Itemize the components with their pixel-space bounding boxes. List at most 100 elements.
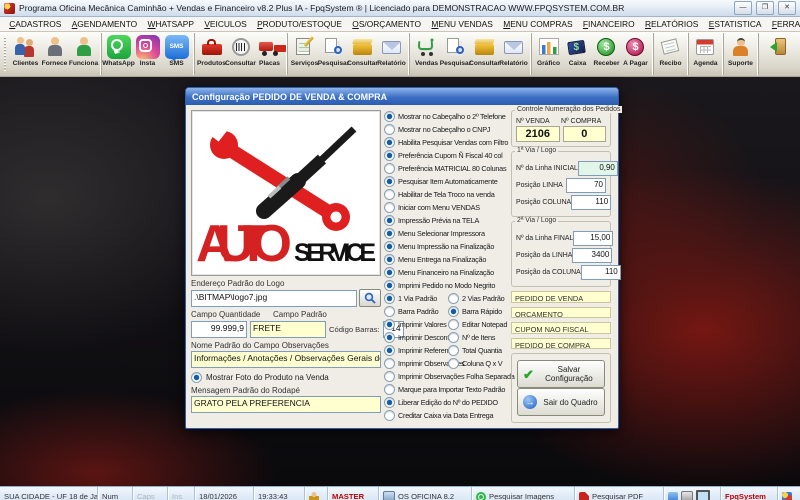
purchase-number-field[interactable]: 0 [563,126,607,142]
option[interactable]: Preferência MATRICIAL 80 Colunas [384,163,508,174]
toolbar-button[interactable]: Produtos [194,33,226,75]
document-type-bar[interactable]: PEDIDO DE COMPRA [511,338,611,350]
option[interactable]: Imprimir Observações [384,358,448,369]
menu-item[interactable]: CADASTROS [4,19,67,29]
option[interactable]: Imprimi Pedido no Modo Negrito [384,280,508,291]
radio-icon[interactable] [384,228,395,239]
document-type-bar[interactable]: PEDIDO DE VENDA [511,291,611,303]
menu-item[interactable]: ESTATISTICA [704,19,767,29]
option[interactable]: Liberar Edição do Nº do PEDIDO [384,397,508,408]
radio-icon[interactable] [384,111,395,122]
radio-icon[interactable] [384,280,395,291]
menu-item[interactable]: MENU COMPRAS [498,19,578,29]
sale-number-field[interactable]: 2106 [516,126,560,142]
setting-field[interactable]: 0,90 [578,161,618,176]
maximize-button[interactable]: ❐ [756,1,774,15]
radio-icon[interactable] [384,241,395,252]
setting-field[interactable]: 3400 [572,248,612,263]
toolbar-button[interactable]: Pesquisar [319,33,348,75]
menu-item[interactable]: RELATÓRIOS [640,19,704,29]
minimize-button[interactable]: — [734,1,752,15]
menu-item[interactable]: PRODUTO/ESTOQUE [252,19,347,29]
toolbar-button[interactable]: Agenda [688,33,720,75]
toolbar-button[interactable] [758,33,790,75]
option[interactable]: Creditar Caixa via Data Entrega [384,410,508,421]
menu-item[interactable]: FINANCEIRO [578,19,640,29]
option[interactable]: Nº de Itens [448,332,508,343]
footer-message-field[interactable]: GRATO PELA PREFERENCIA [191,396,381,413]
radio-icon[interactable] [448,306,459,317]
toolbar-button[interactable]: Consultar [226,33,255,75]
toolbar-button[interactable]: Placas [255,33,284,75]
toolbar-button[interactable]: Receber [592,33,621,75]
dialog-title-bar[interactable]: Configuração PEDIDO DE VENDA & COMPRA [186,88,618,105]
radio-icon[interactable] [384,358,395,369]
option[interactable]: Menu Selecionar Impressora [384,228,508,239]
option[interactable]: Menu Financeiro na Finalização [384,267,508,278]
toolbar-button[interactable]: WhatsApp [101,33,133,75]
radio-icon[interactable] [448,345,459,356]
toolbar-button[interactable]: Consultar [470,33,499,75]
toolbar-button[interactable]: Relatório [377,33,406,75]
option[interactable]: Barra Rápido [448,306,508,317]
option[interactable]: Coluna Q x V [448,358,508,369]
option[interactable]: Pesquisar Item Automaticamente [384,176,508,187]
option[interactable]: Marque para Importar Texto Padrão [384,384,508,395]
document-type-bar[interactable]: CUPOM NAO FISCAL [511,322,611,334]
menu-item[interactable]: OS/ORÇAMENTO [347,19,426,29]
option[interactable]: Preferência Cupom Ñ Fiscal 40 col [384,150,508,161]
radio-icon[interactable] [448,332,459,343]
option[interactable]: Habilitar de Tela Troco na venda [384,189,508,200]
radio-icon[interactable] [384,397,395,408]
toolbar-button[interactable]: Insta [133,33,162,75]
toolbar-button[interactable]: A Pagar [621,33,650,75]
option[interactable]: Habilita Pesquisar Vendas com Filtro [384,137,508,148]
setting-field[interactable]: 70 [566,178,606,193]
document-type-bar[interactable]: ORCAMENTO [511,307,611,319]
radio-icon[interactable] [384,267,395,278]
menu-item[interactable]: AGENDAMENTO [67,19,143,29]
toolbar-button[interactable]: Consultar [348,33,377,75]
search-pdf-shortcut[interactable]: Pesquisar PDF [575,487,664,500]
toolbar-button[interactable]: Gráfico [531,33,563,75]
option[interactable]: Impressão Prévia na TELA [384,215,508,226]
printer-icon[interactable] [681,491,693,500]
option[interactable]: Mostrar no Cabeçalho o CNPJ [384,124,508,135]
radio-icon[interactable] [384,345,395,356]
radio-icon[interactable] [384,384,395,395]
toolbar-button[interactable]: Clientes [11,33,40,75]
toolbar-button[interactable]: Pesquisar [441,33,470,75]
logo-path-field[interactable]: .\BITMAP\logo7.jpg [191,290,357,307]
default-field-value[interactable]: FRETE [250,321,326,338]
show-product-photo-radio[interactable] [191,372,202,383]
radio-icon[interactable] [384,293,395,304]
radio-icon[interactable] [448,293,459,304]
option[interactable]: 1 Via Padrão [384,293,448,304]
radio-icon[interactable] [448,319,459,330]
radio-icon[interactable] [384,176,395,187]
option[interactable]: 2 Vias Padrão [448,293,508,304]
exit-dialog-button[interactable]: → Sair do Quadro [517,388,605,416]
toolbar-button[interactable]: Recibo [653,33,685,75]
toolbar-button[interactable]: Vendas [409,33,441,75]
option[interactable]: Imprimir Observações Folha Separada [384,371,508,382]
toolbar-button[interactable]: Serviços [287,33,319,75]
search-images-shortcut[interactable]: Pesquisar Imagens [472,487,575,500]
folder-icon[interactable] [668,492,678,500]
radio-icon[interactable] [384,332,395,343]
radio-icon[interactable] [384,254,395,265]
radio-icon[interactable] [384,202,395,213]
observations-name-field[interactable]: Informações / Anotações / Observações Ge… [191,351,381,368]
monitor-icon[interactable] [696,490,710,500]
toolbar-button[interactable]: Suporte [723,33,755,75]
quantity-mask-field[interactable]: 99.999,9 [191,321,247,338]
option[interactable]: Iniciar com Menu VENDAS [384,202,508,213]
option[interactable]: Imprimir Referencia [384,345,448,356]
option[interactable]: Mostrar no Cabeçalho o 2º Telefone [384,111,508,122]
option[interactable]: Menu Impressão na Finalização [384,241,508,252]
setting-field[interactable]: 110 [581,265,621,280]
option[interactable]: Imprimir Valores [384,319,448,330]
radio-icon[interactable] [384,137,395,148]
option[interactable]: Total Quantia [448,345,508,356]
radio-icon[interactable] [384,150,395,161]
